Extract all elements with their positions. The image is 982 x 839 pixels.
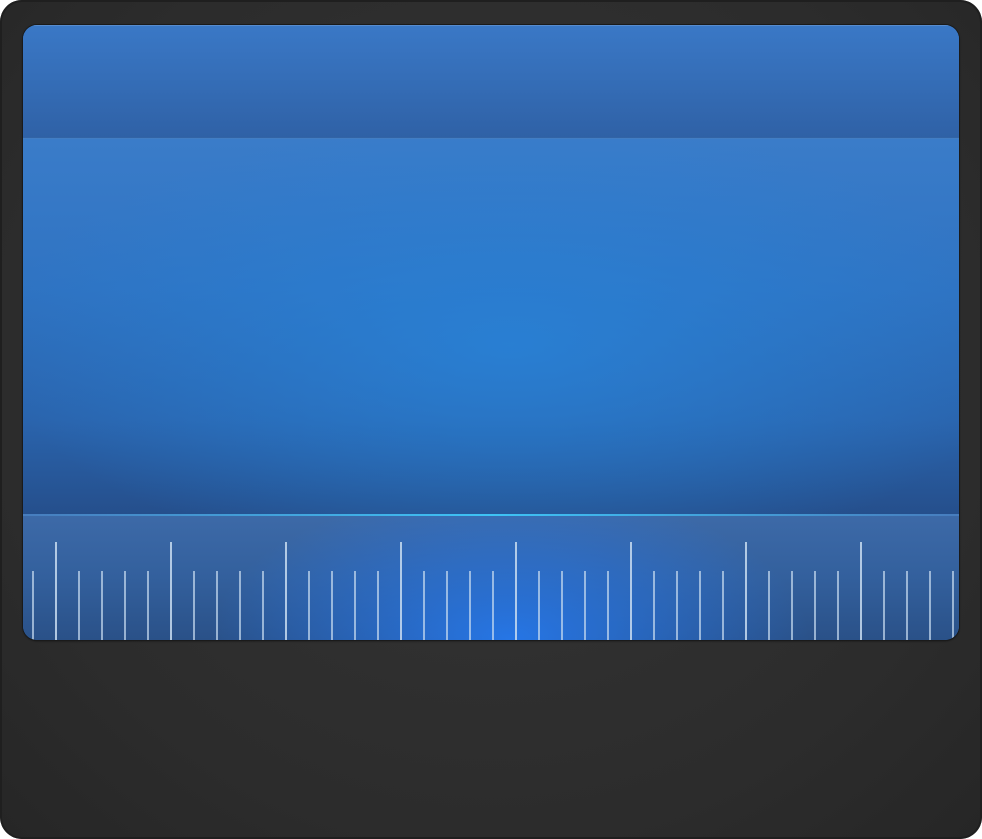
frequency-ruler[interactable] [23, 514, 959, 640]
header-band [23, 25, 959, 138]
ruler-ticks [32, 542, 954, 640]
main-display [23, 139, 959, 514]
bottom-panel [23, 650, 959, 825]
device-frame [0, 0, 982, 839]
tuner-screen [23, 25, 959, 640]
